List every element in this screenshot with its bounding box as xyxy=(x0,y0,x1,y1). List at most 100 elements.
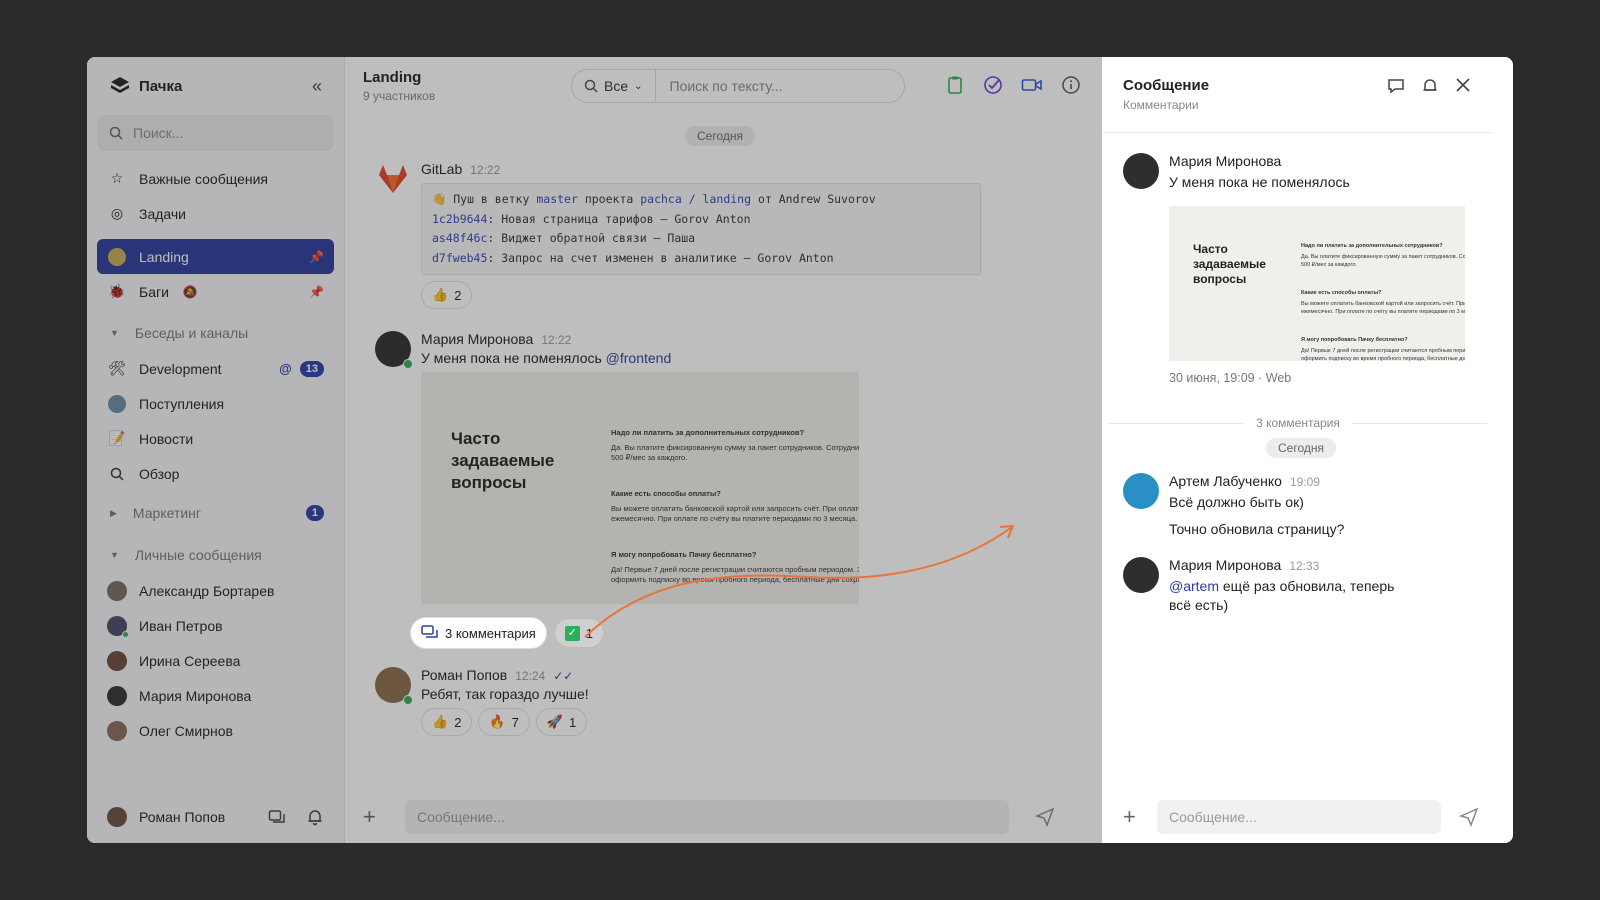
reaction-check[interactable]: ✓ 1 xyxy=(553,618,604,648)
video-call-icon[interactable] xyxy=(1021,75,1043,95)
comments-count: 3 комментария xyxy=(1256,416,1340,430)
sidebar-search-input[interactable]: Поиск... xyxy=(97,115,334,151)
sidebar-item-person[interactable]: Александр Бортарев xyxy=(87,573,344,608)
faq-answer: ежемесячно. При оплате по счёту вы плати… xyxy=(1301,309,1465,315)
sidebar-item-bugs[interactable]: 🐞 Баги 🔕 📌 xyxy=(87,274,344,309)
section-chats[interactable]: ▼ Беседы и каналы xyxy=(87,315,344,351)
threads-icon[interactable] xyxy=(268,808,286,826)
message-search: Все ⌄ Поиск по тексту... xyxy=(571,69,905,103)
go-to-message-icon[interactable] xyxy=(1387,77,1405,95)
bell-icon[interactable] xyxy=(1421,77,1439,95)
faq-question: Я могу попробовать Пачку бесплатно? xyxy=(611,550,757,559)
commit-hash-link[interactable]: as48f46c xyxy=(432,231,487,245)
message-meta: 30 июня, 19:09 · Web xyxy=(1169,371,1292,385)
reaction-fire[interactable]: 🔥 7 xyxy=(478,708,530,736)
avatar[interactable] xyxy=(1123,557,1159,593)
tasks-icon[interactable] xyxy=(983,75,1003,95)
pin-icon[interactable]: 📌 xyxy=(309,250,324,264)
collapse-sidebar-icon[interactable]: « xyxy=(312,76,322,97)
faq-question: Надо ли платить за дополнительных сотруд… xyxy=(611,428,805,437)
sidebar-item-label: Обзор xyxy=(139,465,180,482)
sender-name[interactable]: Мария Миронова 12:22 xyxy=(421,331,859,347)
sender-name[interactable]: Мария Миронова 12:33 xyxy=(1169,557,1394,573)
search-filter-dropdown[interactable]: Все ⌄ xyxy=(572,70,656,102)
faq-image-attachment[interactable]: Часто задаваемые вопросы Надо ли платить… xyxy=(421,372,859,604)
thread-comment: Мария Миронова 12:33 @artem ещё раз обнов… xyxy=(1123,557,1394,615)
send-icon[interactable] xyxy=(1459,807,1479,827)
sidebar-item-important[interactable]: ☆ Важные сообщения xyxy=(87,161,344,196)
commit-hash-link[interactable]: d7fweb45 xyxy=(432,251,487,265)
unread-badge: 1 xyxy=(305,505,324,521)
reaction-emoji: 🔥 xyxy=(489,714,506,729)
avatar xyxy=(107,720,127,741)
comments-button[interactable]: 3 комментария xyxy=(411,618,546,648)
pachca-logo-icon xyxy=(111,77,129,93)
section-marketing[interactable]: ▶ Маркетинг 1 xyxy=(87,495,344,531)
message-input[interactable]: Сообщение... xyxy=(405,800,1009,834)
close-icon[interactable] xyxy=(1455,77,1471,93)
message-search-input[interactable]: Поиск по тексту... xyxy=(656,78,783,94)
check-mark-icon: ✓ xyxy=(564,625,580,641)
mention-link[interactable]: @frontend xyxy=(606,350,672,366)
online-indicator xyxy=(122,630,129,638)
push-mid: проекта xyxy=(584,192,634,206)
section-personal[interactable]: ▼ Личные сообщения xyxy=(87,537,344,573)
current-user-name[interactable]: Роман Попов xyxy=(139,809,225,825)
commit-text: : Новая страница тарифов – Gorov Anton xyxy=(487,211,751,226)
faq-image-attachment[interactable]: Часто задаваемые вопросы Надо ли платить… xyxy=(1169,206,1465,361)
message-text: У меня пока не поменялось xyxy=(1169,174,1350,190)
project-link[interactable]: pachca / landing xyxy=(640,192,751,206)
sender-name[interactable]: Мария Миронова xyxy=(1169,153,1465,169)
thread-panel: Сообщение Комментарии Мария Миронова У м… xyxy=(1103,57,1493,843)
plus-icon[interactable]: + xyxy=(363,804,393,830)
message-time: 12:33 xyxy=(1289,559,1320,573)
reaction-thumbs-up[interactable]: 👍 2 xyxy=(421,708,473,736)
sidebar-item-tasks[interactable]: ◎ Задачи xyxy=(87,196,344,231)
mention-link[interactable]: @artem xyxy=(1169,578,1219,594)
sidebar-item-person[interactable]: Олег Смирнов xyxy=(87,713,344,748)
reaction-emoji: 👍 xyxy=(432,714,449,729)
avatar[interactable] xyxy=(1123,473,1159,509)
sidebar-item-development[interactable]: 🛠 Development @13 xyxy=(87,351,344,386)
avatar[interactable] xyxy=(375,667,413,705)
avatar[interactable] xyxy=(375,331,413,369)
sidebar-item-label: Поступления xyxy=(139,395,225,412)
sidebar-item-news[interactable]: 📝 Новости xyxy=(87,421,344,456)
branch-link[interactable]: master xyxy=(536,192,578,206)
sender-name[interactable]: GitLab 12:22 xyxy=(421,161,981,177)
divider-line xyxy=(1351,422,1487,424)
commit-hash-link[interactable]: 1c2b9644 xyxy=(432,212,487,226)
faq-questions: Надо ли платить за дополнительных сотруд… xyxy=(1301,242,1465,361)
sidebar-item-landing[interactable]: Landing 📌 xyxy=(97,239,334,274)
sender-name[interactable]: Роман Попов 12:24 ✓✓ xyxy=(421,667,593,683)
faq-answer: Да! Первые 7 дней после регистрации счит… xyxy=(611,565,859,574)
sidebar-item-person[interactable]: Мария Миронова xyxy=(87,678,344,713)
sidebar-item-person[interactable]: Иван Петров xyxy=(87,608,344,643)
sidebar-item-income[interactable]: Поступления xyxy=(87,386,344,421)
sender-name[interactable]: Артем Лабученко 19:09 xyxy=(1169,473,1344,489)
landing-channel-icon xyxy=(107,247,127,267)
reaction-count: 2 xyxy=(454,287,462,303)
comments-count-label: 3 комментария xyxy=(445,625,536,641)
thread-subtitle: Комментарии xyxy=(1123,98,1199,112)
message-time: 12:22 xyxy=(541,333,572,347)
message-input-placeholder: Сообщение... xyxy=(417,809,505,825)
sidebar-item-person[interactable]: Ирина Сереева xyxy=(87,643,344,678)
sidebar-item-overview[interactable]: Обзор xyxy=(87,456,344,491)
reaction-rocket[interactable]: 🚀 1 xyxy=(535,708,588,736)
avatar[interactable] xyxy=(1123,153,1159,189)
bell-icon[interactable] xyxy=(306,808,324,826)
clipboard-icon[interactable] xyxy=(945,75,965,95)
plus-icon[interactable]: + xyxy=(1123,804,1143,830)
comment-input[interactable]: Сообщение... xyxy=(1157,800,1441,834)
sidebar-item-label: Задачи xyxy=(139,205,187,222)
send-icon[interactable] xyxy=(1035,807,1055,827)
ladybug-icon: 🐞 xyxy=(108,283,126,299)
reaction-count: 1 xyxy=(569,714,577,730)
info-icon[interactable] xyxy=(1061,75,1081,95)
pin-icon[interactable]: 📌 xyxy=(309,285,324,299)
channel-members[interactable]: 9 участников xyxy=(363,89,435,103)
message-roman: Роман Попов 12:24 ✓✓ Ребят, так гораздо лу… xyxy=(375,667,593,736)
current-user-avatar[interactable] xyxy=(107,807,127,827)
reaction-thumbs-up[interactable]: 👍 2 xyxy=(421,281,473,309)
